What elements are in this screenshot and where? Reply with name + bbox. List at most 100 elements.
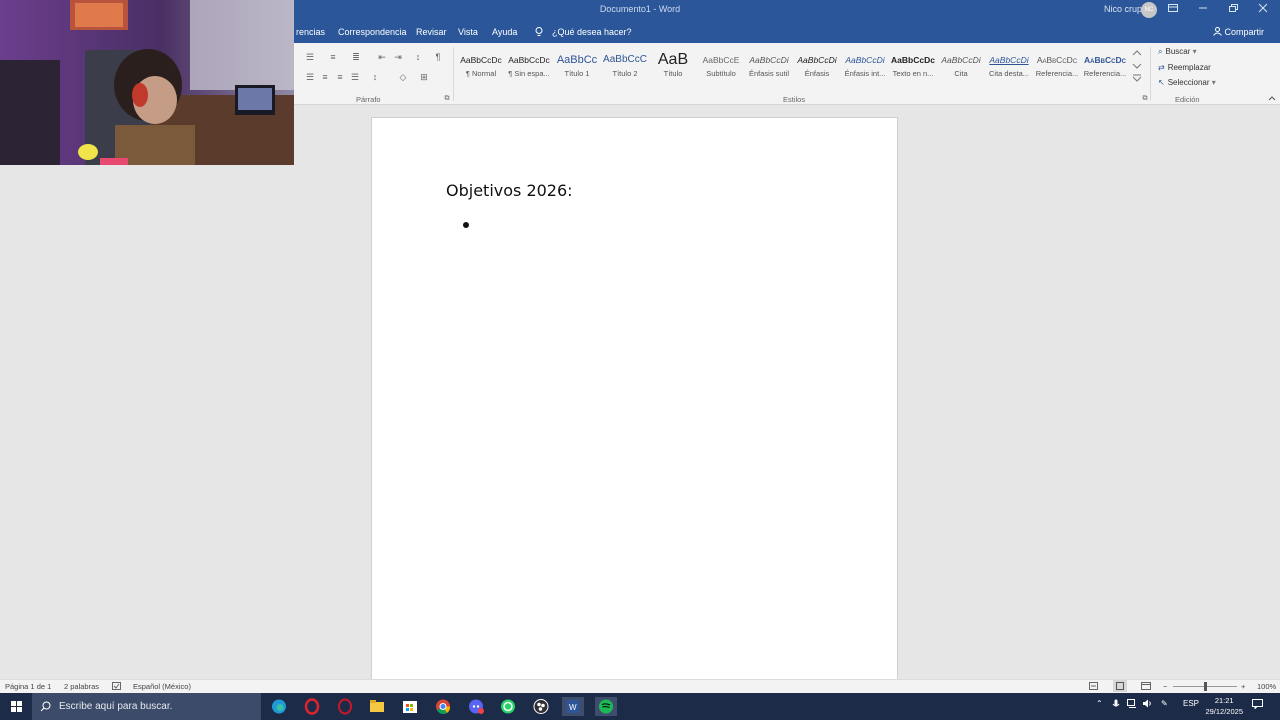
- notifications-icon[interactable]: [1252, 699, 1263, 711]
- line-spacing-icon[interactable]: ↕: [369, 72, 381, 82]
- paragraph-dialog-launcher-icon[interactable]: ⧉: [441, 94, 453, 104]
- zoom-slider-thumb[interactable]: [1204, 682, 1207, 691]
- align-right-icon[interactable]: ≡: [334, 72, 346, 82]
- language-status[interactable]: Español (México): [133, 682, 191, 691]
- select-label: Seleccionar: [1167, 78, 1210, 87]
- styles-more-icon[interactable]: [1131, 74, 1143, 84]
- shading-icon[interactable]: ◇: [397, 72, 409, 82]
- focus-mode-icon[interactable]: [1089, 682, 1098, 692]
- replace-button[interactable]: ⇄ Reemplazar: [1158, 63, 1211, 72]
- input-language[interactable]: ESP: [1183, 699, 1199, 708]
- volume-icon[interactable]: [1143, 699, 1153, 710]
- style-referencia-intensa[interactable]: AaBbCcDc Referencia...: [1081, 52, 1129, 88]
- file-explorer-icon[interactable]: [366, 697, 388, 716]
- print-layout-icon[interactable]: [1113, 680, 1127, 692]
- minimize-icon[interactable]: [1196, 3, 1210, 17]
- styles-scroll-down-icon[interactable]: [1131, 61, 1143, 71]
- spotify-icon[interactable]: [595, 697, 617, 716]
- chrome-icon[interactable]: [432, 697, 454, 716]
- close-icon[interactable]: [1256, 3, 1270, 17]
- person-icon: [1213, 27, 1223, 36]
- style-referencia-sutil[interactable]: AaBbCcDc Referencia...: [1033, 52, 1081, 88]
- style-sample: AaBbCcDc: [508, 55, 550, 65]
- style-sin-espaciado[interactable]: AaBbCcDc ¶ Sin espa...: [505, 52, 553, 88]
- style-titulo[interactable]: AaB Título: [649, 52, 697, 88]
- document-page[interactable]: Objetivos 2026:: [371, 117, 898, 680]
- store-icon[interactable]: [399, 697, 421, 716]
- share-button[interactable]: Compartir: [1213, 27, 1264, 37]
- microphone-icon[interactable]: [1112, 699, 1120, 711]
- style-cita-destacada[interactable]: AaBbCcDi Cita desta...: [985, 52, 1033, 88]
- zoom-out-button[interactable]: −: [1163, 682, 1167, 691]
- discord-icon[interactable]: [465, 697, 487, 716]
- style-sample: AaBbCcDi: [989, 55, 1029, 65]
- justify-icon[interactable]: ☰: [349, 72, 361, 82]
- style-titulo-1[interactable]: AaBbCc Título 1: [553, 52, 601, 88]
- tab-vista[interactable]: Vista: [458, 27, 478, 37]
- edge-icon[interactable]: [268, 697, 290, 716]
- pen-icon[interactable]: ✎: [1161, 699, 1168, 708]
- style-cita[interactable]: AaBbCcDi Cita: [937, 52, 985, 88]
- styles-scroll-up-icon[interactable]: [1131, 48, 1143, 58]
- style-subtitulo[interactable]: AaBbCcE Subtítulo: [697, 52, 745, 88]
- page-count[interactable]: Página 1 de 1: [5, 682, 51, 691]
- style-name: ¶ Sin espa...: [508, 69, 550, 78]
- tab-referencias[interactable]: rencias: [296, 27, 325, 37]
- start-button[interactable]: [0, 693, 32, 720]
- avatar[interactable]: NC: [1141, 2, 1157, 18]
- select-button[interactable]: ↖ Seleccionar ▾: [1158, 78, 1216, 87]
- web-layout-icon[interactable]: [1141, 682, 1151, 692]
- tab-ayuda[interactable]: Ayuda: [492, 27, 517, 37]
- tab-revisar[interactable]: Revisar: [416, 27, 447, 37]
- opera-gx-icon[interactable]: [301, 697, 323, 716]
- search-placeholder: Escribe aquí para buscar.: [59, 701, 173, 712]
- opera-icon[interactable]: [334, 697, 356, 716]
- network-icon[interactable]: [1127, 699, 1137, 710]
- document-heading[interactable]: Objetivos 2026:: [446, 181, 573, 200]
- style-enfasis-intenso[interactable]: AaBbCcDi Énfasis int...: [841, 52, 889, 88]
- obs-icon[interactable]: [530, 697, 552, 716]
- multilevel-list-icon[interactable]: ≣: [350, 52, 362, 62]
- style-enfasis[interactable]: AaBbCcDi Énfasis: [793, 52, 841, 88]
- style-titulo-2[interactable]: AaBbCcC Título 2: [601, 52, 649, 88]
- increase-indent-icon[interactable]: ⇥: [392, 52, 404, 62]
- find-button[interactable]: ⌕ Buscar ▾: [1158, 47, 1197, 57]
- ribbon-display-options-icon[interactable]: [1166, 3, 1180, 17]
- style-enfasis-sutil[interactable]: AaBbCcDi Énfasis sutil: [745, 52, 793, 88]
- whatsapp-icon[interactable]: [497, 697, 519, 716]
- style-sample: AaBbCcDi: [797, 55, 837, 65]
- style-name: Cita: [954, 69, 968, 78]
- borders-icon[interactable]: ⊞: [418, 72, 430, 82]
- style-name: Título: [663, 69, 683, 78]
- tab-correspondencia[interactable]: Correspondencia: [338, 27, 407, 37]
- numbering-icon[interactable]: ≡: [327, 52, 339, 62]
- show-formatting-icon[interactable]: ¶: [432, 52, 444, 62]
- share-label: Compartir: [1224, 27, 1264, 37]
- collapse-ribbon-icon[interactable]: [1266, 93, 1278, 103]
- group-divider: [1150, 47, 1151, 101]
- style-normal[interactable]: AaBbCcDc ¶ Normal: [457, 52, 505, 88]
- taskbar-search[interactable]: Escribe aquí para buscar.: [32, 693, 261, 720]
- style-name: ¶ Normal: [465, 69, 497, 78]
- align-center-icon[interactable]: ≡: [319, 72, 331, 82]
- replace-icon: ⇄: [1158, 63, 1165, 72]
- decrease-indent-icon[interactable]: ⇤: [376, 52, 388, 62]
- zoom-in-button[interactable]: +: [1241, 682, 1245, 691]
- bullets-icon[interactable]: ☰: [304, 52, 316, 62]
- windows-icon: [11, 701, 22, 712]
- style-texto-en-negrita[interactable]: AaBbCcDc Texto en n...: [889, 52, 937, 88]
- zoom-level[interactable]: 100%: [1257, 682, 1276, 691]
- user-name[interactable]: Nico crupi: [1104, 4, 1144, 14]
- sort-icon[interactable]: ↕: [412, 52, 424, 62]
- word-icon[interactable]: W: [562, 697, 584, 716]
- paragraph-group-label: Párrafo: [356, 95, 381, 104]
- proofing-icon[interactable]: [112, 682, 121, 692]
- tell-me-search[interactable]: ¿Qué desea hacer?: [552, 27, 632, 37]
- word-count[interactable]: 2 palabras: [64, 682, 99, 691]
- restore-icon[interactable]: [1226, 3, 1240, 17]
- lightbulb-icon: [535, 27, 543, 39]
- show-hidden-icons-icon[interactable]: ⌃: [1096, 699, 1103, 708]
- clock[interactable]: 21:21 29/12/2025: [1205, 695, 1243, 717]
- search-icon: ⌕: [1158, 47, 1163, 56]
- align-left-icon[interactable]: ☰: [304, 72, 316, 82]
